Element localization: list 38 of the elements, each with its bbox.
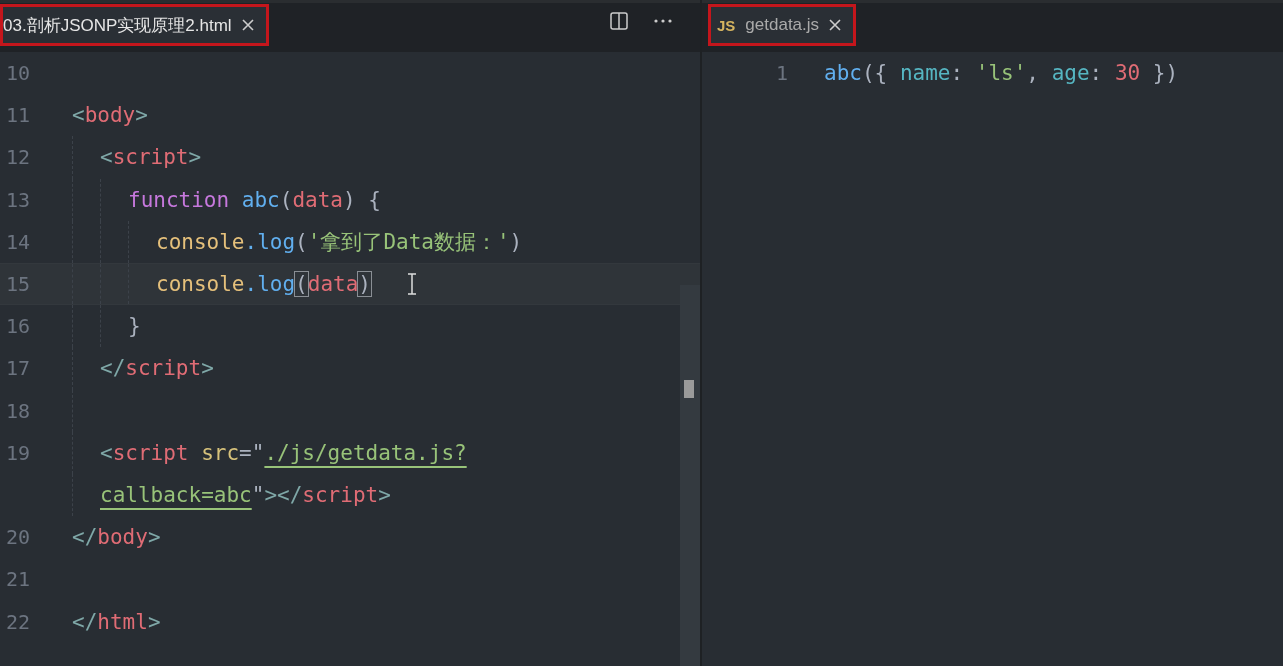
editor-tab[interactable]: JS getdata.js	[708, 4, 857, 46]
line-number: 16	[5, 314, 32, 339]
line-number: 17	[5, 356, 32, 381]
line-number: 22	[5, 609, 32, 634]
file-type-icon: JS	[717, 16, 736, 34]
code-line: console.log('拿到了Data数据：')	[156, 228, 523, 256]
code-line: </html>	[72, 609, 161, 634]
line-number: 15	[5, 272, 32, 297]
line-number: 12	[5, 145, 32, 170]
line-number: 10	[5, 61, 32, 86]
tab-label: getdata.js	[745, 15, 820, 35]
line-number: 20	[5, 525, 32, 550]
split-editor-icon[interactable]	[610, 12, 628, 30]
tab-label: 03.剖析JSONP实现原理2.html	[3, 14, 232, 37]
close-icon[interactable]	[829, 19, 842, 31]
line-number: 18	[5, 398, 32, 423]
scrollbar[interactable]	[680, 285, 700, 666]
line-number: 21	[5, 567, 32, 592]
code-line: function abc(data) {	[128, 187, 381, 212]
line-number: 13	[5, 187, 32, 212]
scrollbar-thumb[interactable]	[684, 380, 694, 398]
code-line: callback=abc"></script>	[100, 482, 391, 507]
line-number: 14	[5, 229, 32, 254]
code-line: console.log(data)	[156, 272, 371, 297]
code-line: }	[128, 314, 141, 339]
more-icon[interactable]	[654, 19, 672, 23]
code-line: <script src="./js/getdata.js?	[100, 440, 467, 465]
line-number: 19	[5, 440, 32, 465]
code-line: </body>	[72, 525, 161, 550]
line-number: 1	[774, 61, 789, 86]
code-line: <script>	[100, 145, 202, 170]
code-line: abc({ name: 'ls', age: 30 })	[824, 61, 1179, 86]
editor-tab[interactable]: 03.剖析JSONP实现原理2.html	[0, 4, 269, 46]
code-line: </script>	[100, 356, 214, 381]
code-line: <body>	[72, 103, 148, 128]
text-cursor-icon	[407, 273, 417, 296]
close-icon[interactable]	[241, 19, 254, 31]
line-number: 11	[5, 103, 32, 128]
